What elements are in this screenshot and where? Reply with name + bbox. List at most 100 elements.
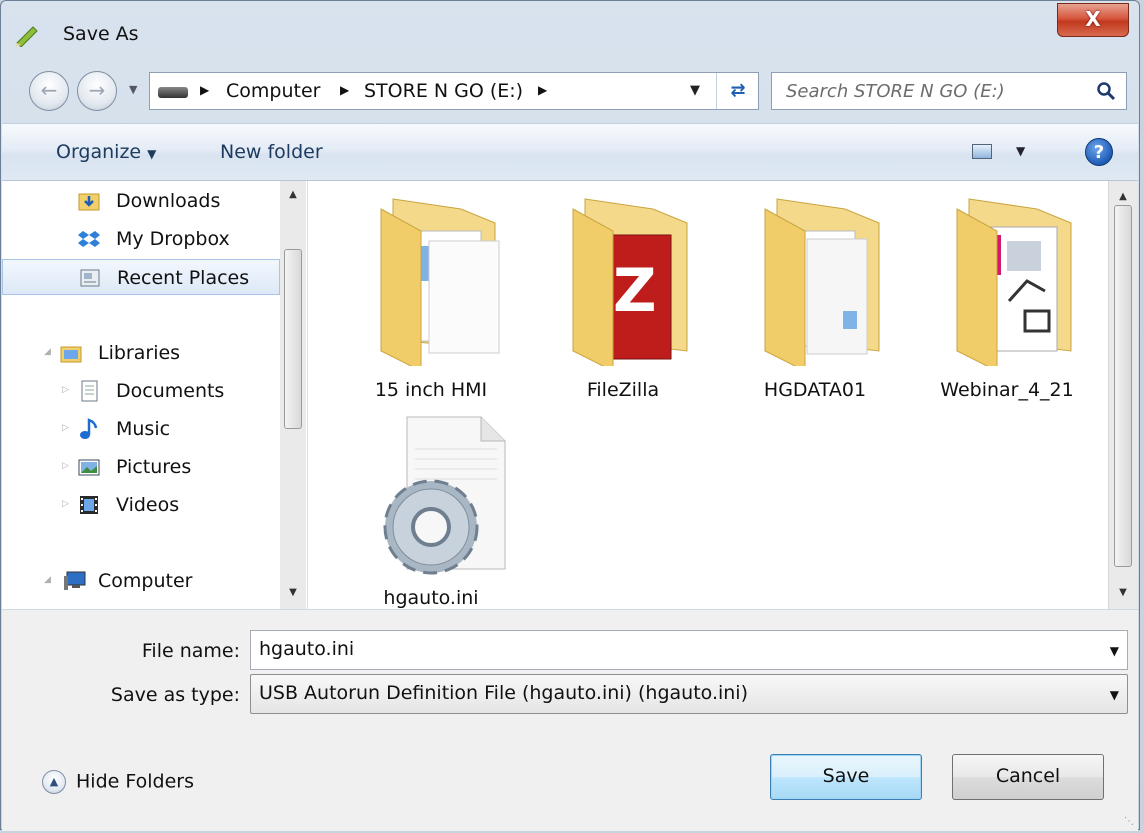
close-button[interactable]: X <box>1057 3 1129 37</box>
folder-icon <box>764 198 880 372</box>
scroll-up-icon[interactable]: ▲ <box>280 185 306 205</box>
recent-places-icon <box>80 269 100 287</box>
nav-item-my-dropbox[interactable]: My Dropbox <box>2 221 280 257</box>
music-icon <box>80 418 98 439</box>
expand-arrow-icon[interactable]: ▷ <box>62 461 69 471</box>
address-dropdown-icon[interactable]: ▼ <box>690 83 700 98</box>
breadcrumb-arrow-icon[interactable]: ▶ <box>538 83 547 97</box>
organize-label: Organize <box>56 141 142 163</box>
nav-item-libraries[interactable]: ◢ Libraries <box>2 335 280 371</box>
scroll-down-icon[interactable]: ▼ <box>1109 583 1137 603</box>
nav-label: Music <box>116 418 171 440</box>
nav-item-downloads[interactable]: Downloads <box>2 183 280 219</box>
search-icon[interactable] <box>1096 81 1116 101</box>
computer-icon <box>64 571 86 590</box>
file-name-label: File name: <box>141 640 240 662</box>
address-bar[interactable]: ▶ Computer ▶ STORE N GO (E:) ▶ ▼ ⇄ <box>149 72 759 110</box>
command-toolbar: Organize ▼ New folder ▼ ? <box>2 123 1138 181</box>
nav-item-videos[interactable]: ▷ Videos <box>2 487 280 523</box>
folder-icon <box>380 198 500 372</box>
change-view-icon[interactable] <box>972 144 992 159</box>
file-list[interactable]: 15 inch HMI Z FileZilla HGDATA01 Webinar… <box>308 181 1108 609</box>
save-options-panel: File name: hgauto.ini ▼ Save as type: US… <box>2 609 1138 831</box>
content-scrollbar[interactable]: ▲ ▼ <box>1108 181 1138 609</box>
file-name: hgauto.ini <box>383 587 479 609</box>
save-button[interactable]: Save <box>770 754 922 800</box>
nav-label: Downloads <box>116 190 221 212</box>
nav-label: Videos <box>116 494 180 516</box>
file-name: HGDATA01 <box>763 379 867 401</box>
breadcrumb-arrow-icon[interactable]: ▶ <box>340 83 349 97</box>
nav-item-music[interactable]: ▷ Music <box>2 411 280 447</box>
file-name-field[interactable]: hgauto.ini ▼ <box>250 630 1128 670</box>
nav-item-pictures[interactable]: ▷ Pictures <box>2 449 280 485</box>
file-item-hgauto-ini[interactable]: hgauto.ini <box>341 409 521 609</box>
cancel-button[interactable]: Cancel <box>952 754 1104 800</box>
search-input[interactable]: Search STORE N GO (E:) <box>771 72 1127 110</box>
folder-item-15-inch-hmi[interactable]: 15 inch HMI <box>341 191 521 411</box>
collapse-arrow-icon[interactable]: ◢ <box>44 575 51 585</box>
breadcrumb-arrow-icon[interactable]: ▶ <box>200 83 209 97</box>
file-name-value: hgauto.ini <box>259 638 355 660</box>
folder-item-filezilla[interactable]: Z FileZilla <box>533 191 713 411</box>
svg-text:Z: Z <box>613 256 657 326</box>
back-arrow-icon: ← <box>40 78 58 102</box>
expand-arrow-icon[interactable]: ▷ <box>62 423 69 433</box>
organize-menu[interactable]: Organize ▼ <box>56 141 156 163</box>
folder-item-hgdata01[interactable]: HGDATA01 <box>725 191 905 411</box>
documents-icon <box>81 380 98 402</box>
breadcrumb-drive[interactable]: STORE N GO (E:) <box>364 80 523 102</box>
scrollbar-thumb[interactable] <box>284 249 302 429</box>
chevron-down-icon: ▼ <box>1109 688 1119 702</box>
breadcrumb-computer[interactable]: Computer <box>226 80 320 102</box>
help-icon[interactable]: ? <box>1085 138 1113 166</box>
chevron-down-icon[interactable]: ▼ <box>1110 644 1119 658</box>
save-as-dialog: Save As X ← → ▼ ▶ Computer ▶ STORE N GO … <box>0 0 1140 831</box>
collapse-arrow-icon[interactable]: ◢ <box>44 347 51 357</box>
nav-label: Computer <box>98 570 193 592</box>
nav-label: Recent Places <box>117 267 250 289</box>
nav-label: My Dropbox <box>116 228 230 250</box>
expand-arrow-icon[interactable]: ▷ <box>62 385 69 395</box>
nav-label: Pictures <box>116 456 192 478</box>
nav-item-documents[interactable]: ▷ Documents <box>2 373 280 409</box>
nav-label: Libraries <box>98 342 181 364</box>
recent-pages-dropdown-icon[interactable]: ▼ <box>129 83 137 96</box>
nav-item-computer[interactable]: ◢ Computer <box>2 563 280 599</box>
search-placeholder: Search STORE N GO (E:) <box>786 81 1005 102</box>
chevron-up-icon: ▲ <box>42 770 66 794</box>
save-type-select[interactable]: USB Autorun Definition File (hgauto.ini)… <box>250 674 1128 714</box>
navigation-pane[interactable]: Downloads My Dropbox Recent Places ◢ Lib… <box>2 181 308 609</box>
save-type-label: Save as type: <box>110 684 240 706</box>
dropbox-icon <box>78 231 100 247</box>
nav-label: Documents <box>116 380 225 402</box>
filezilla-folder-icon: Z <box>572 198 688 372</box>
view-options-dropdown-icon[interactable]: ▼ <box>1016 144 1025 158</box>
refresh-button[interactable]: ⇄ <box>716 73 759 109</box>
resize-grip-icon[interactable]: ⋱ <box>1124 816 1134 827</box>
forward-button[interactable]: → <box>77 71 117 111</box>
scroll-up-icon[interactable]: ▲ <box>1109 187 1137 207</box>
pictures-icon <box>78 459 100 476</box>
new-folder-button[interactable]: New folder <box>220 141 323 163</box>
dialog-title: Save As <box>63 23 139 45</box>
folder-item-webinar-4-21[interactable]: Webinar_4_21 <box>917 191 1097 411</box>
expand-arrow-icon[interactable]: ▷ <box>62 499 69 509</box>
back-button[interactable]: ← <box>29 71 69 111</box>
hide-folders-button[interactable]: ▲ Hide Folders <box>42 770 194 794</box>
nav-item-recent-places[interactable]: Recent Places <box>2 259 280 295</box>
chevron-down-icon: ▼ <box>147 147 157 161</box>
navigation-scrollbar[interactable]: ▲ ▼ <box>280 181 306 609</box>
folder-icon <box>956 198 1072 372</box>
usb-drive-icon <box>158 87 188 98</box>
libraries-icon <box>60 346 82 363</box>
forward-arrow-icon: → <box>88 78 106 102</box>
scrollbar-thumb[interactable] <box>1114 205 1132 567</box>
videos-icon <box>80 496 98 514</box>
downloads-folder-icon <box>78 193 100 211</box>
file-name: Webinar_4_21 <box>940 379 1074 401</box>
file-name: 15 inch HMI <box>374 379 488 401</box>
title-bar[interactable]: Save As X <box>1 1 1139 63</box>
scroll-down-icon[interactable]: ▼ <box>280 583 306 603</box>
hide-folders-label: Hide Folders <box>76 770 194 793</box>
